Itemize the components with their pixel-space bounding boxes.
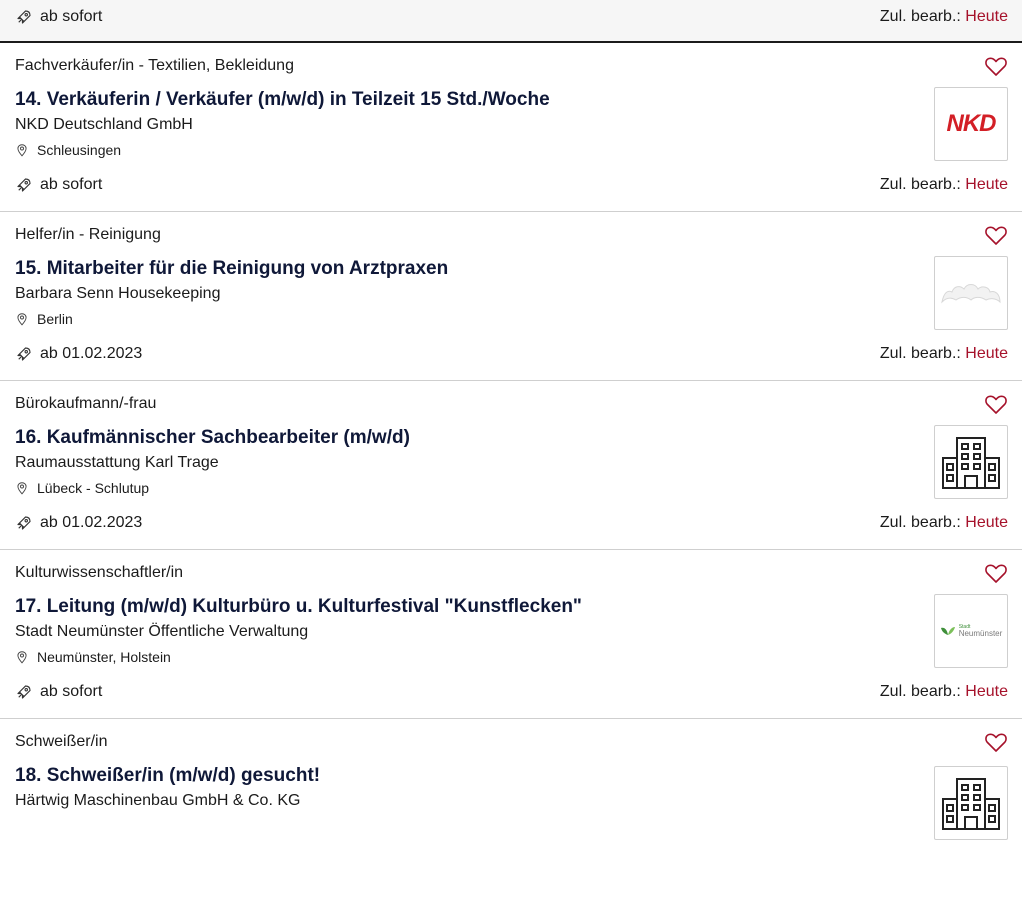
job-location: Schleusingen xyxy=(15,142,121,158)
job-title[interactable]: 16. Kaufmännischer Sachbearbeiter (m/w/d… xyxy=(15,427,410,449)
last-edited: Zul. bearb.: Heute xyxy=(879,176,1008,193)
job-category: Helfer/in - Reinigung xyxy=(15,226,161,243)
job-location: Berlin xyxy=(15,311,73,327)
last-edited: Zul. bearb.: Heute xyxy=(879,345,1008,362)
company-name: Härtwig Maschinenbau GmbH & Co. KG xyxy=(15,792,301,809)
start-date: ab sofort xyxy=(15,683,102,701)
job-title[interactable]: 15. Mitarbeiter für die Reinigung von Ar… xyxy=(15,258,448,280)
start-date: ab 01.02.2023 xyxy=(15,345,142,363)
job-card[interactable]: Fachverkäufer/in - Textilien, Bekleidung… xyxy=(0,43,1022,212)
rocket-icon xyxy=(17,347,31,361)
company-logo[interactable]: NKD xyxy=(934,87,1008,161)
location-pin-icon xyxy=(17,313,27,326)
job-title[interactable]: 18. Schweißer/in (m/w/d) gesucht! xyxy=(15,765,320,787)
company-logo[interactable] xyxy=(934,256,1008,330)
rocket-icon xyxy=(17,178,31,192)
job-title[interactable]: 14. Verkäuferin / Verkäufer (m/w/d) in T… xyxy=(15,89,550,111)
company-name: Raumausstattung Karl Trage xyxy=(15,454,219,471)
last-edited: Zul. bearb.: Heute xyxy=(879,514,1008,531)
location-pin-icon xyxy=(17,144,27,157)
building-icon xyxy=(942,778,1000,830)
company-logo[interactable] xyxy=(934,766,1008,840)
start-date: ab sofort xyxy=(15,176,102,194)
neumuenster-logo: Stadt Neumünster xyxy=(940,624,1002,638)
location-pin-icon xyxy=(17,482,27,495)
leaf-icon xyxy=(940,627,955,635)
rocket-icon xyxy=(17,685,31,699)
rocket-icon xyxy=(17,516,31,530)
job-card[interactable]: Kulturwissenschaftler/in 17. Leitung (m/… xyxy=(0,550,1022,719)
heart-icon[interactable] xyxy=(984,392,1008,416)
rocket-icon xyxy=(17,10,31,24)
heart-icon[interactable] xyxy=(984,561,1008,585)
cloud-logo-icon xyxy=(941,284,1001,304)
job-location: Neumünster, Holstein xyxy=(15,649,171,665)
job-category: Bürokaufmann/-frau xyxy=(15,395,157,412)
heart-icon[interactable] xyxy=(984,730,1008,754)
last-edited: Zul. bearb.: Heute xyxy=(879,8,1008,25)
job-card[interactable]: Schweißer/in 18. Schweißer/in (m/w/d) ge… xyxy=(0,719,1022,919)
nkd-logo: NKD xyxy=(946,110,997,137)
job-card[interactable]: Helfer/in - Reinigung 15. Mitarbeiter fü… xyxy=(0,212,1022,381)
building-icon xyxy=(942,437,1000,489)
company-name: NKD Deutschland GmbH xyxy=(15,116,193,133)
job-title[interactable]: 17. Leitung (m/w/d) Kulturbüro u. Kultur… xyxy=(15,596,582,618)
job-card[interactable]: Bürokaufmann/-frau 16. Kaufmännischer Sa… xyxy=(0,381,1022,550)
company-logo[interactable] xyxy=(934,425,1008,499)
company-name: Stadt Neumünster Öffentliche Verwaltung xyxy=(15,623,309,640)
heart-icon[interactable] xyxy=(984,223,1008,247)
job-category: Schweißer/in xyxy=(15,733,108,750)
start-date: ab 01.02.2023 xyxy=(15,514,142,532)
job-category: Kulturwissenschaftler/in xyxy=(15,564,184,581)
job-card-partial-top: ab sofort Zul. bearb.: Heute xyxy=(0,0,1022,43)
start-date: ab sofort xyxy=(15,8,102,26)
location-pin-icon xyxy=(17,651,27,664)
job-category: Fachverkäufer/in - Textilien, Bekleidung xyxy=(15,57,294,74)
job-location: Lübeck - Schlutup xyxy=(15,480,149,496)
company-name: Barbara Senn Housekeeping xyxy=(15,285,221,302)
company-logo[interactable]: Stadt Neumünster xyxy=(934,594,1008,668)
heart-icon[interactable] xyxy=(984,54,1008,78)
last-edited: Zul. bearb.: Heute xyxy=(879,683,1008,700)
